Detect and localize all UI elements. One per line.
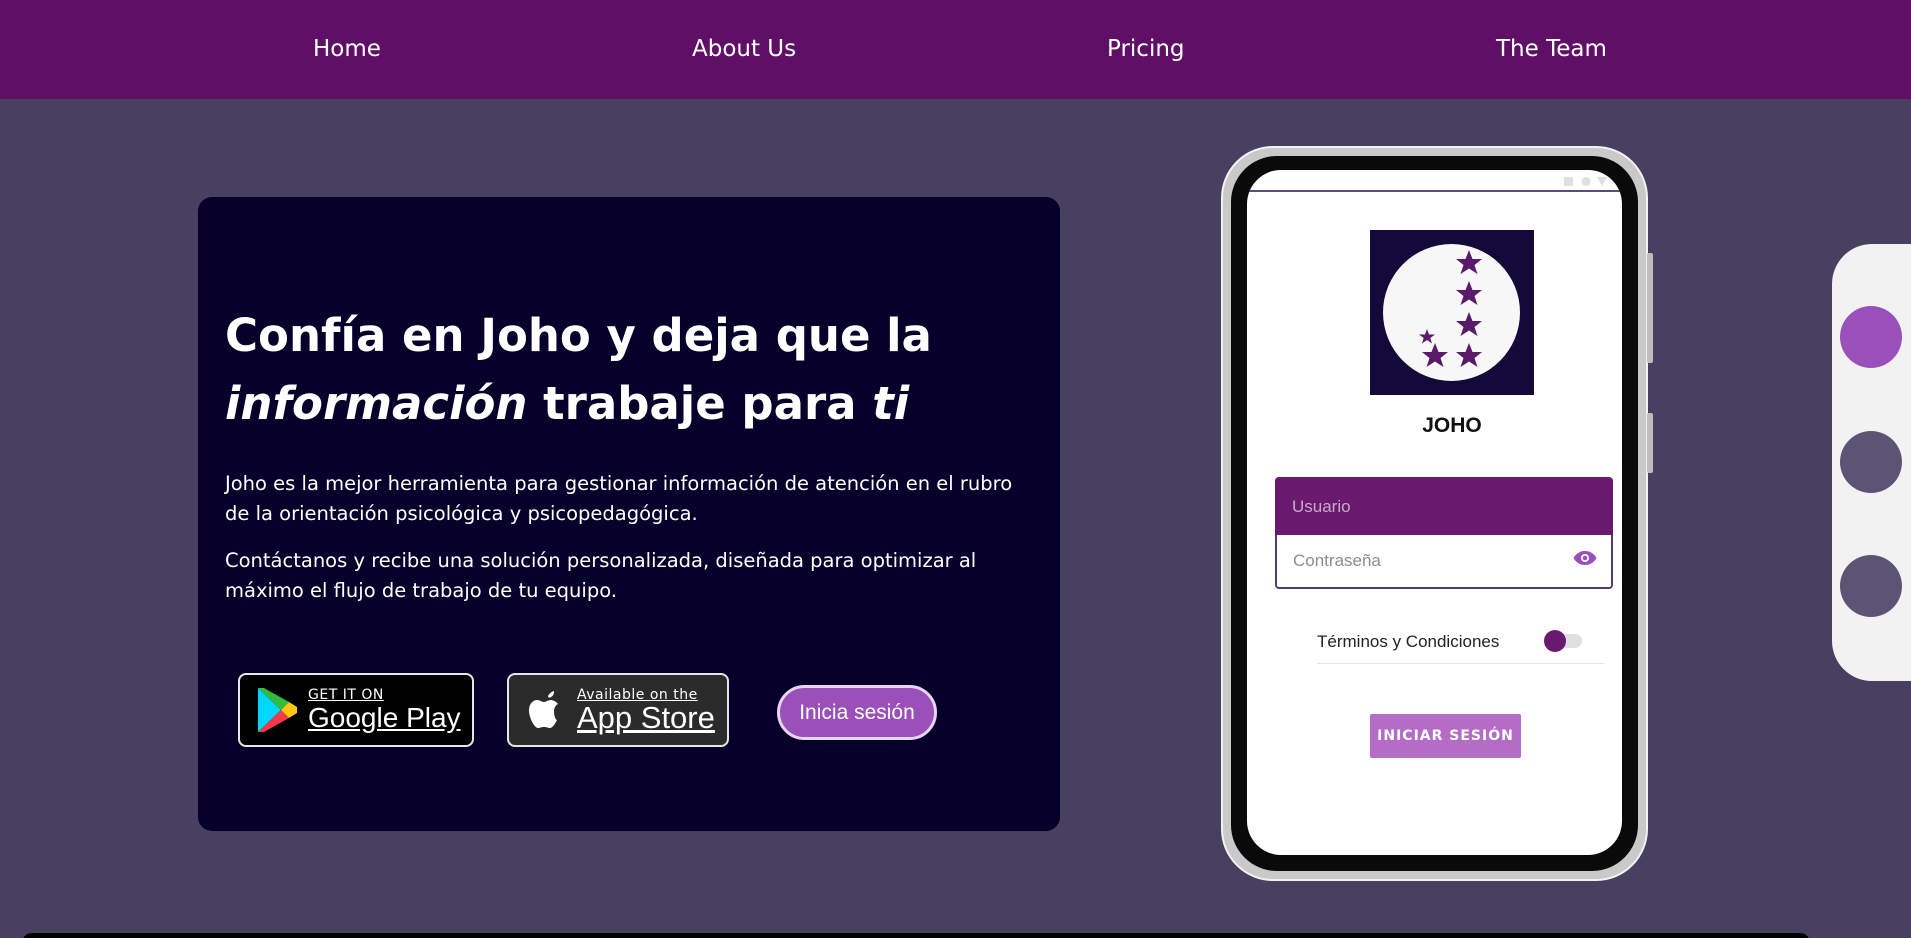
stars-icon bbox=[1419, 250, 1482, 367]
nav-link-about-us[interactable]: About Us bbox=[692, 36, 796, 62]
google-play-badge[interactable]: GET IT ON Google Play bbox=[238, 673, 474, 747]
phone-side-button bbox=[1647, 413, 1653, 473]
password-placeholder: Contraseña bbox=[1293, 551, 1381, 570]
next-section-edge bbox=[22, 933, 1810, 938]
top-navbar: Home About Us Pricing The Team bbox=[0, 0, 1911, 99]
nav-link-pricing[interactable]: Pricing bbox=[1107, 36, 1185, 62]
hero-paragraph-1: Joho es la mejor herramienta para gestio… bbox=[225, 472, 1013, 525]
carousel-dot-2[interactable] bbox=[1840, 431, 1902, 493]
password-field[interactable]: Contraseña bbox=[1275, 535, 1613, 589]
hero-title-part1: Confía en Joho y deja que la bbox=[225, 309, 932, 362]
hero-paragraph-2: Contáctanos y recibe una solución person… bbox=[225, 549, 977, 602]
hero-title-part2: trabaje para bbox=[527, 377, 873, 430]
status-bar bbox=[1247, 170, 1622, 192]
nav-link-home[interactable]: Home bbox=[313, 36, 381, 62]
nav-link-the-team[interactable]: The Team bbox=[1496, 36, 1607, 62]
apple-icon bbox=[529, 691, 558, 728]
terms-toggle[interactable] bbox=[1544, 630, 1582, 652]
phone-screen: JOHO Usuario Contraseña Términos y Condi… bbox=[1247, 170, 1622, 855]
phone-side-button bbox=[1647, 253, 1653, 363]
eye-icon[interactable] bbox=[1573, 550, 1597, 566]
terms-row: Términos y Condiciones bbox=[1317, 630, 1604, 664]
google-play-icon bbox=[258, 688, 297, 732]
google-play-small-text: GET IT ON bbox=[308, 687, 384, 703]
hero-title-emphasis2: ti bbox=[872, 377, 910, 430]
iniciar-sesion-button[interactable]: INICIAR SESIÓN bbox=[1370, 714, 1521, 758]
inicia-sesion-button[interactable]: Inicia sesión bbox=[777, 685, 937, 740]
hero-card: Confía en Joho y deja que la información… bbox=[198, 197, 1060, 831]
status-icons bbox=[1564, 177, 1607, 186]
phone-bezel: JOHO Usuario Contraseña Términos y Condi… bbox=[1231, 156, 1638, 871]
app-store-big-text: App Store bbox=[577, 700, 715, 735]
terms-label: Términos y Condiciones bbox=[1317, 632, 1500, 651]
phone-mockup: JOHO Usuario Contraseña Términos y Condi… bbox=[1221, 146, 1653, 881]
hero-title: Confía en Joho y deja que la información… bbox=[225, 302, 1025, 438]
brand-name: JOHO bbox=[1422, 414, 1482, 437]
joho-logo bbox=[1370, 230, 1534, 395]
username-field[interactable]: Usuario bbox=[1275, 477, 1613, 535]
google-play-big-text: Google Play bbox=[308, 702, 461, 733]
hero-title-emphasis1: información bbox=[225, 377, 528, 430]
carousel-dot-3[interactable] bbox=[1840, 555, 1902, 617]
app-store-badge[interactable]: Available on the App Store bbox=[507, 673, 729, 747]
carousel-pager bbox=[1832, 244, 1911, 681]
carousel-dot-1[interactable] bbox=[1840, 306, 1902, 368]
